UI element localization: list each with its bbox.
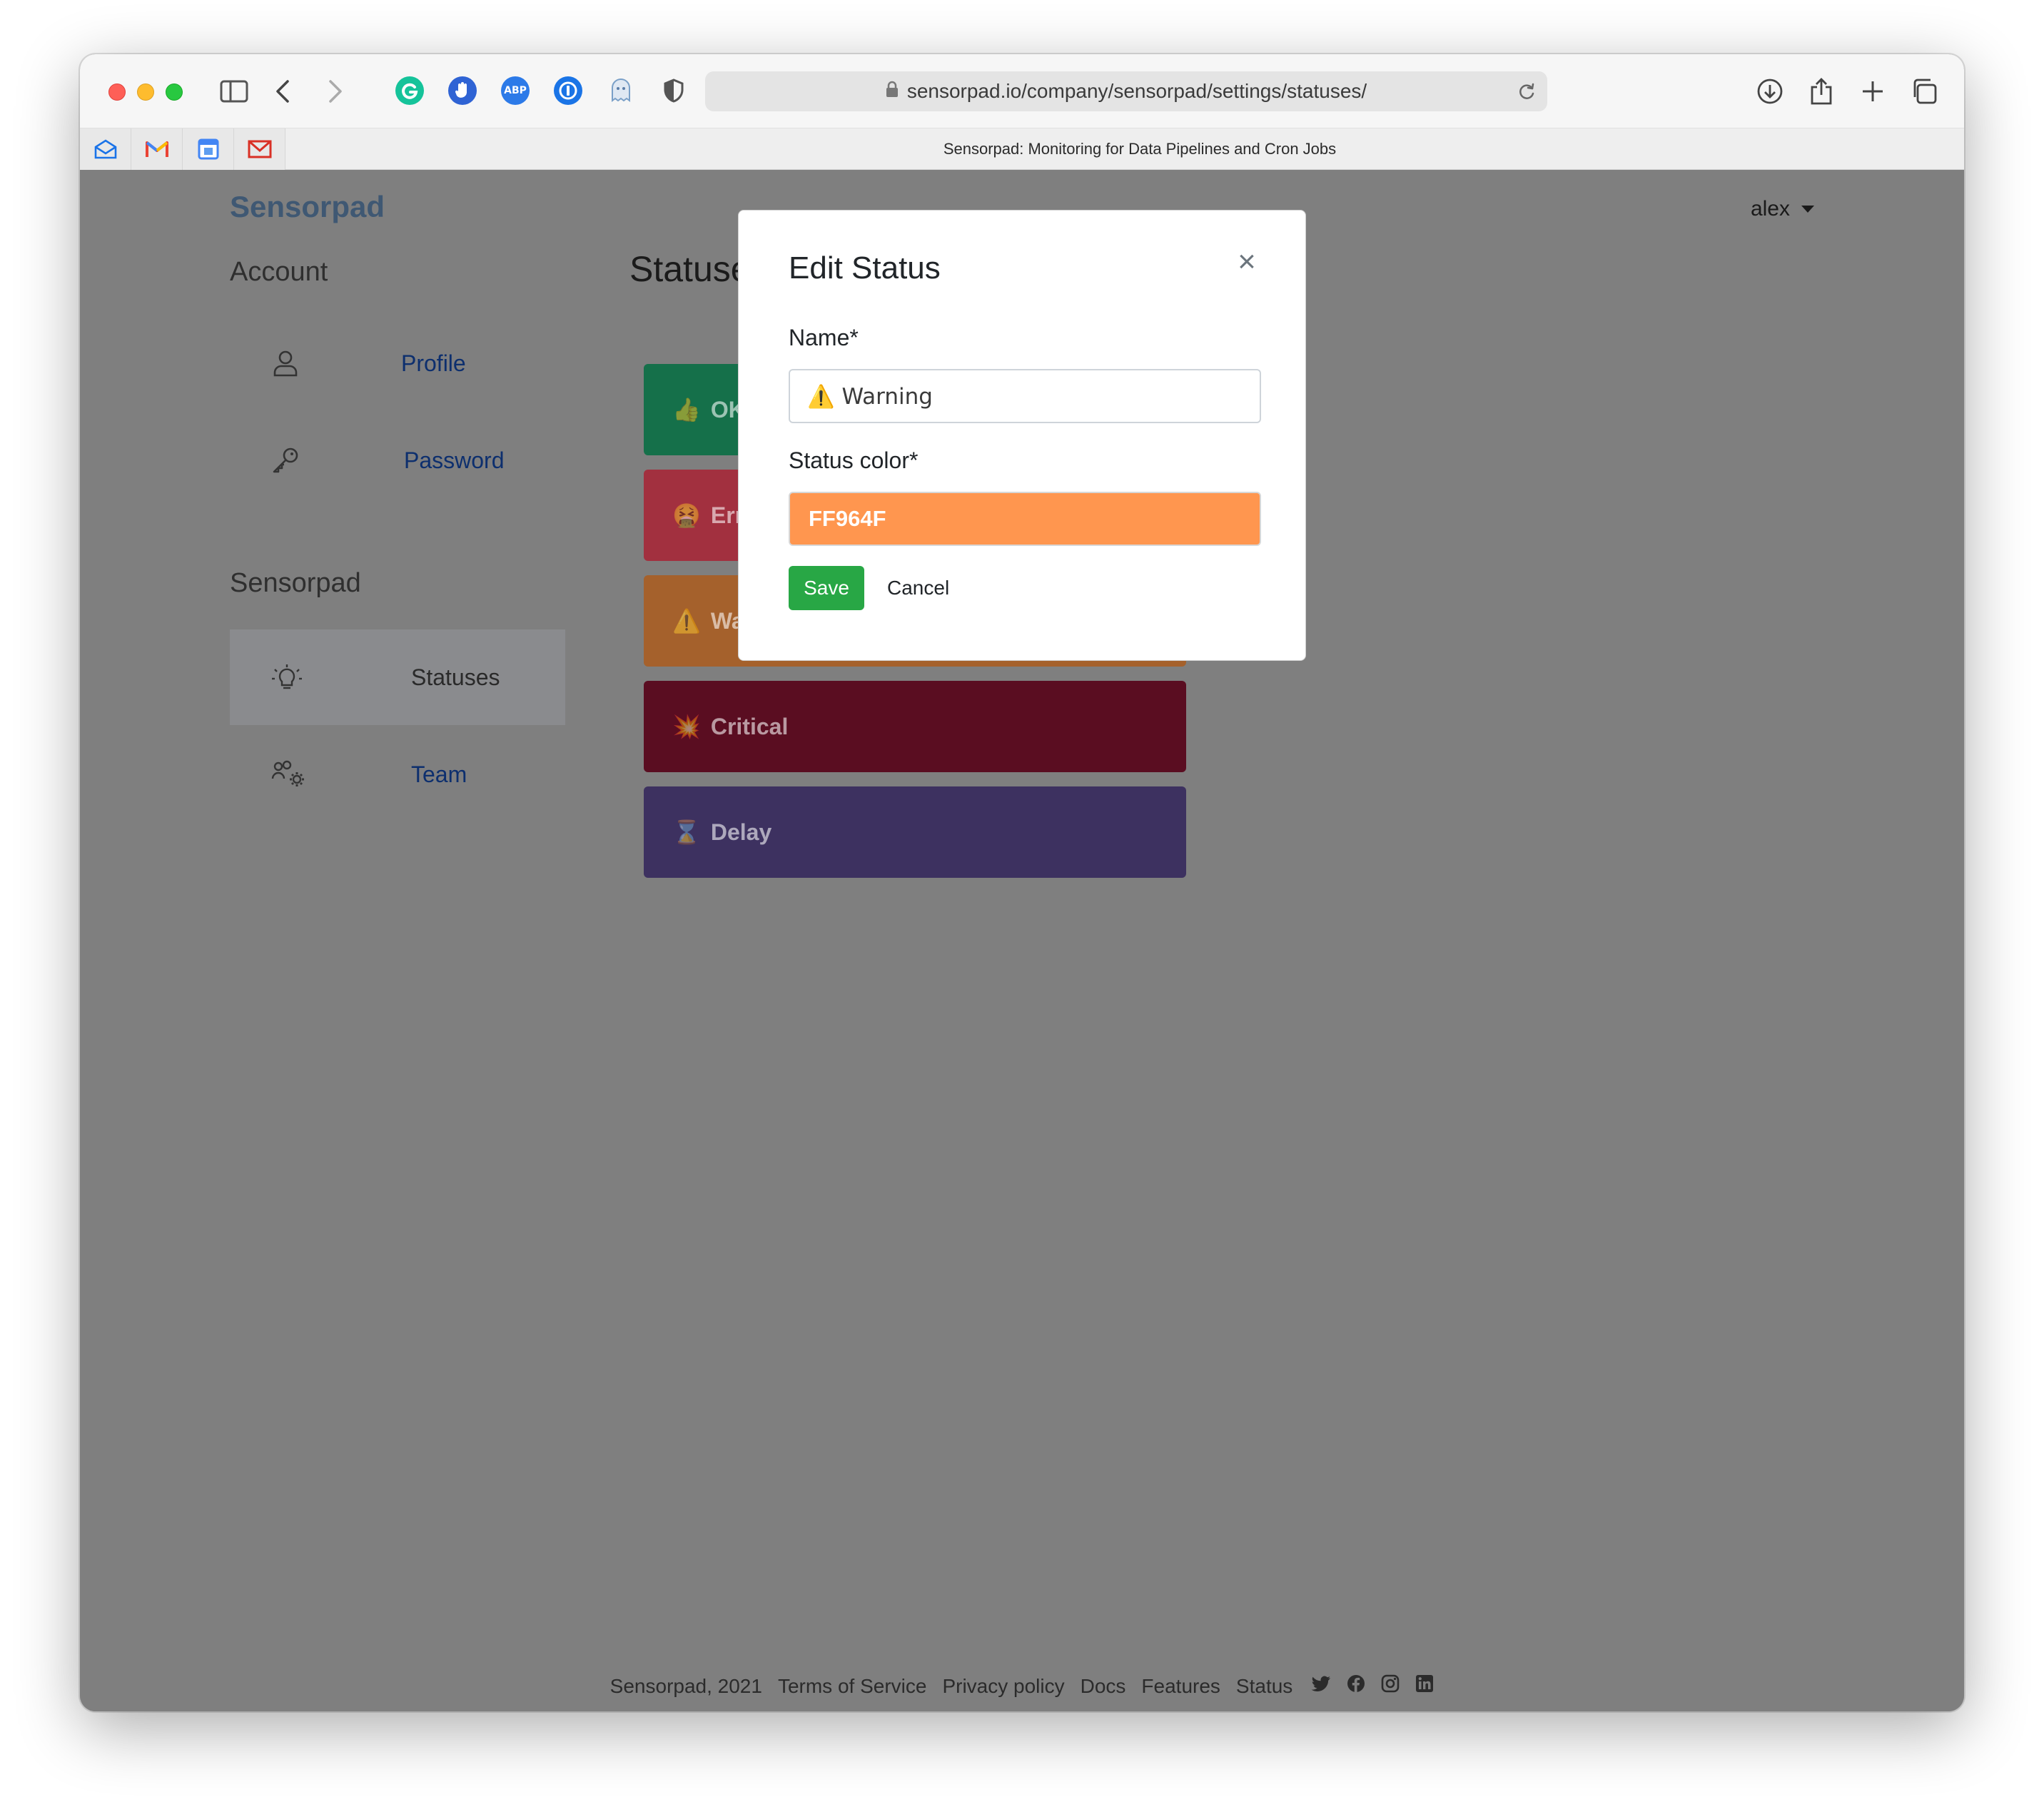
status-color-label: Status color*: [789, 447, 919, 473]
sidebar-item-label: Password: [404, 447, 505, 473]
close-icon[interactable]: ×: [1234, 246, 1260, 278]
collision-icon: 💥: [672, 713, 701, 740]
social-links: [1311, 1674, 1434, 1698]
status-color-value: FF964F: [809, 506, 886, 531]
sidebar-item-label: Team: [411, 761, 467, 787]
reload-icon[interactable]: [1517, 81, 1536, 106]
pinned-tab-gmail-icon[interactable]: [131, 128, 183, 170]
name-input[interactable]: [789, 369, 1261, 423]
account-heading: Account: [230, 257, 328, 287]
status-color-input[interactable]: FF964F: [789, 492, 1261, 546]
pinned-tab-mail-icon[interactable]: [80, 128, 131, 170]
linkedin-icon[interactable]: [1415, 1674, 1434, 1698]
footer-link-features[interactable]: Features: [1141, 1675, 1220, 1698]
browser-toolbar: ABP sensorpad.io/company/sensorpad/setti…: [80, 54, 1964, 128]
save-button[interactable]: Save: [789, 566, 864, 610]
instagram-icon[interactable]: [1381, 1674, 1400, 1698]
footer-copyright: Sensorpad, 2021: [609, 1674, 762, 1697]
page-title: Statuse: [629, 249, 751, 289]
shield-icon[interactable]: [659, 76, 688, 105]
sidebar-item-password[interactable]: Password: [230, 413, 565, 508]
sidebar-item-team[interactable]: Team: [230, 727, 565, 822]
twitter-icon[interactable]: [1311, 1675, 1331, 1698]
tab-title[interactable]: Sensorpad: Monitoring for Data Pipelines…: [315, 128, 1964, 170]
pinned-tab-calendar-icon[interactable]: [183, 128, 234, 170]
lightbulb-icon: [271, 663, 302, 692]
user-name: alex: [1750, 197, 1790, 221]
status-label: Delay: [710, 819, 772, 845]
grammarly-icon[interactable]: [395, 76, 424, 105]
team-settings-icon: [271, 760, 304, 789]
key-icon: [271, 446, 300, 475]
browser-window: ABP sensorpad.io/company/sensorpad/setti…: [80, 54, 1964, 1711]
close-window-button[interactable]: [108, 83, 126, 101]
sensorpad-heading: Sensorpad: [230, 568, 361, 598]
zoom-window-button[interactable]: [166, 83, 183, 101]
name-label: Name*: [789, 325, 859, 350]
tab-bar: Sensorpad: Monitoring for Data Pipelines…: [80, 128, 1964, 170]
facebook-icon[interactable]: [1347, 1674, 1365, 1698]
footer-link-status[interactable]: Status: [1236, 1675, 1292, 1698]
warning-icon: ⚠️: [672, 607, 701, 634]
status-card-delay[interactable]: ⌛ Delay: [644, 786, 1186, 878]
1password-icon[interactable]: [554, 76, 582, 105]
footer: Sensorpad, 2021 Terms of Service Privacy…: [80, 1674, 1964, 1698]
minimize-window-button[interactable]: [137, 83, 154, 101]
footer-link-privacy[interactable]: Privacy policy: [942, 1675, 1064, 1698]
pinned-tab-inbox-icon[interactable]: [234, 128, 285, 170]
edit-status-modal: Edit Status × Name* Status color* FF964F…: [738, 210, 1306, 661]
footer-link-terms[interactable]: Terms of Service: [778, 1675, 927, 1698]
footer-link-docs[interactable]: Docs: [1081, 1675, 1126, 1698]
ghostery-icon[interactable]: [607, 76, 635, 105]
sidebar-item-profile[interactable]: Profile: [230, 315, 565, 411]
tab-overview-icon[interactable]: [1908, 76, 1940, 107]
thumbs-up-icon: 👍: [672, 396, 701, 423]
abp-label: ABP: [504, 85, 527, 96]
vomit-face-icon: 🤮: [672, 502, 701, 529]
lock-icon: [886, 80, 899, 103]
cancel-button[interactable]: Cancel: [880, 566, 956, 610]
sidebar-toggle-icon[interactable]: [218, 76, 250, 107]
back-icon[interactable]: [267, 76, 298, 107]
share-icon[interactable]: [1806, 76, 1837, 107]
sidebar-item-label: Profile: [401, 350, 466, 376]
status-card-critical[interactable]: 💥 Critical: [644, 681, 1186, 772]
hand-icon[interactable]: [448, 76, 477, 105]
downloads-icon[interactable]: [1754, 76, 1786, 107]
page-content: Sensorpad alex Account Profile Password …: [80, 170, 1964, 1711]
sidebar-item-statuses[interactable]: Statuses: [230, 629, 565, 725]
url-text: sensorpad.io/company/sensorpad/settings/…: [906, 80, 1367, 102]
new-tab-icon[interactable]: [1857, 76, 1888, 107]
brand-logo[interactable]: Sensorpad: [230, 190, 385, 224]
address-bar[interactable]: sensorpad.io/company/sensorpad/settings/…: [705, 71, 1547, 111]
user-menu[interactable]: alex: [1751, 197, 1814, 221]
caret-down-icon: [1801, 206, 1814, 213]
sidebar-item-label: Statuses: [411, 664, 500, 690]
forward-icon[interactable]: [320, 76, 351, 107]
modal-title: Edit Status: [789, 250, 941, 285]
status-label: Critical: [710, 713, 789, 739]
adblock-plus-icon[interactable]: ABP: [501, 76, 530, 105]
hourglass-icon: ⌛: [672, 819, 701, 846]
user-icon: [271, 349, 300, 378]
